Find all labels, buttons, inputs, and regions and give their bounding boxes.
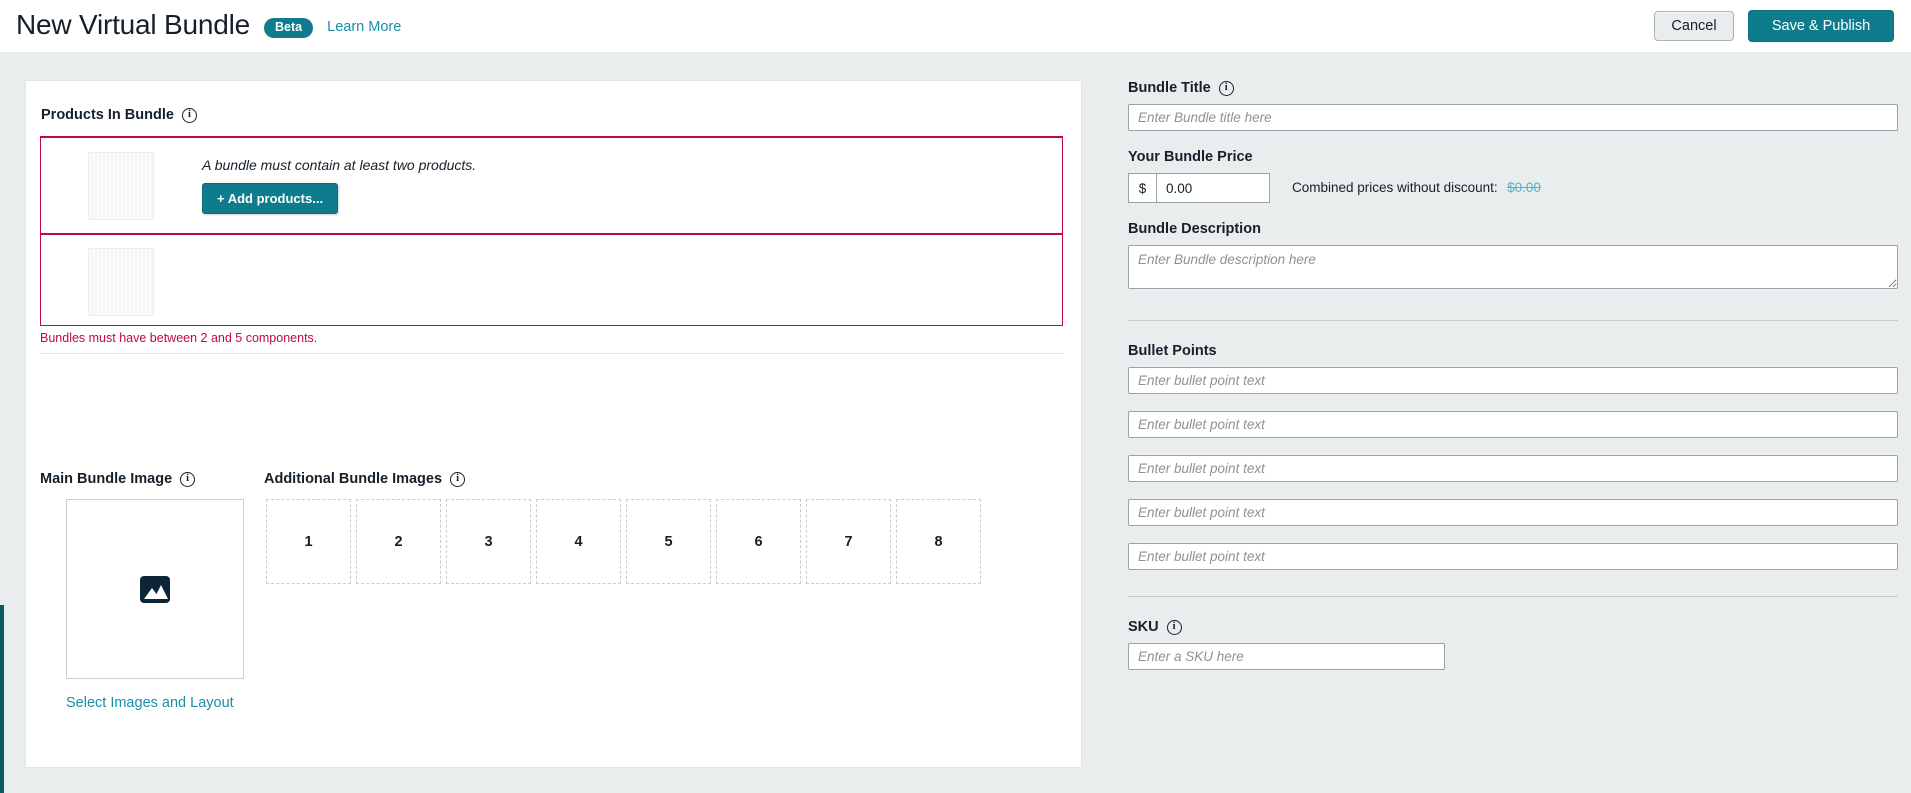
bundle-description-label: Bundle Description: [1128, 221, 1261, 237]
bundle-title-input[interactable]: [1128, 104, 1898, 131]
page-title: New Virtual Bundle: [16, 9, 251, 41]
panel-divider: [1128, 320, 1898, 321]
bundle-price-row: $ Combined prices without discount: $0.0…: [1128, 173, 1898, 203]
combined-price-value: $0.00: [1507, 180, 1541, 195]
info-icon[interactable]: i: [450, 471, 466, 487]
bullet-point-input-2[interactable]: [1128, 411, 1898, 438]
left-edge-accent-bar: [0, 605, 4, 793]
price-input-group: $: [1128, 173, 1270, 203]
select-images-and-layout-link[interactable]: Select Images and Layout: [66, 695, 234, 711]
info-icon[interactable]: i: [181, 107, 197, 123]
section-divider: [40, 353, 1063, 354]
additional-image-slot[interactable]: 6: [716, 499, 801, 584]
components-error-message: Bundles must have between 2 and 5 compon…: [40, 331, 318, 345]
info-icon[interactable]: i: [180, 471, 196, 487]
bullet-point-input-3[interactable]: [1128, 455, 1898, 482]
bullet-point-input-5[interactable]: [1128, 543, 1898, 570]
header-actions: Cancel Save & Publish: [1654, 10, 1911, 42]
product-thumbnail-placeholder: [88, 247, 154, 316]
bundle-details-panel: Bundle Title i Your Bundle Price $ Combi…: [1128, 80, 1898, 670]
bundle-title-label-row: Bundle Title i: [1128, 80, 1898, 96]
bundle-builder-card: Products In Bundle i A bundle must conta…: [25, 80, 1082, 768]
bundle-price-label-row: Your Bundle Price: [1128, 149, 1898, 165]
main-bundle-image-dropzone[interactable]: [66, 499, 244, 679]
bundle-price-label: Your Bundle Price: [1128, 149, 1253, 165]
sku-label-row: SKU i: [1128, 619, 1898, 635]
additional-image-slot[interactable]: 3: [446, 499, 531, 584]
currency-symbol: $: [1128, 173, 1156, 203]
product-thumbnail-placeholder: [88, 151, 154, 220]
bullet-point-input-4[interactable]: [1128, 499, 1898, 526]
additional-bundle-images-label: Additional Bundle Images: [264, 471, 443, 487]
additional-image-slot[interactable]: 2: [356, 499, 441, 584]
bundle-description-label-row: Bundle Description: [1128, 221, 1898, 237]
bundle-requirement-note: A bundle must contain at least two produ…: [202, 157, 477, 173]
beta-badge: Beta: [264, 18, 314, 38]
bundle-title-label: Bundle Title: [1128, 80, 1211, 96]
additional-image-slot[interactable]: 1: [266, 499, 351, 584]
additional-image-slot[interactable]: 5: [626, 499, 711, 584]
add-products-button[interactable]: + Add products...: [202, 183, 339, 214]
combined-price-label: Combined prices without discount:: [1292, 180, 1498, 195]
bullet-points-label-row: Bullet Points: [1128, 343, 1898, 359]
cancel-button[interactable]: Cancel: [1654, 11, 1734, 41]
sku-label: SKU: [1128, 619, 1159, 635]
info-icon[interactable]: i: [1166, 619, 1182, 635]
products-in-bundle-label: Products In Bundle: [41, 107, 174, 123]
product-row[interactable]: A bundle must contain at least two produ…: [41, 138, 1062, 233]
product-row[interactable]: [41, 233, 1062, 328]
main-bundle-image-label: Main Bundle Image: [40, 471, 173, 487]
image-icon: [140, 575, 170, 603]
header-title-group: New Virtual Bundle Beta Learn More: [0, 11, 401, 41]
product-row-body: A bundle must contain at least two produ…: [202, 157, 476, 214]
additional-image-slot[interactable]: 8: [896, 499, 981, 584]
additional-image-slot[interactable]: 4: [536, 499, 621, 584]
bullet-point-input-1[interactable]: [1128, 367, 1898, 394]
bundle-description-textarea[interactable]: [1128, 245, 1898, 289]
additional-image-slot[interactable]: 7: [806, 499, 891, 584]
bundle-price-input[interactable]: [1156, 173, 1270, 203]
main-bundle-image-heading: Main Bundle Image i: [40, 471, 196, 487]
panel-divider: [1128, 596, 1898, 597]
bullet-points-label: Bullet Points: [1128, 343, 1217, 359]
product-rows-container: A bundle must contain at least two produ…: [40, 136, 1063, 326]
learn-more-link[interactable]: Learn More: [327, 19, 401, 35]
info-icon[interactable]: i: [1218, 80, 1234, 96]
products-in-bundle-heading: Products In Bundle i: [41, 107, 197, 123]
additional-bundle-images-heading: Additional Bundle Images i: [264, 471, 466, 487]
save-and-publish-button[interactable]: Save & Publish: [1748, 10, 1894, 42]
additional-images-grid: 1 2 3 4 5 6 7 8: [266, 499, 981, 584]
top-header-bar: New Virtual Bundle Beta Learn More Cance…: [0, 0, 1911, 52]
combined-price-info: Combined prices without discount: $0.00: [1292, 179, 1541, 197]
sku-input[interactable]: [1128, 643, 1445, 670]
